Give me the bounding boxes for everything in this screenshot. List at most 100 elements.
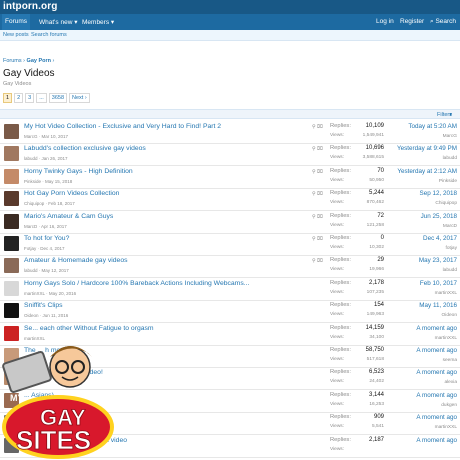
breadcrumb-current[interactable]: Gay Porn xyxy=(27,58,51,64)
thread-avatar[interactable] xyxy=(4,168,19,184)
last-post-user[interactable]: MarcG xyxy=(443,134,457,139)
thread-title[interactable]: Horny Gays Solo / Hardcore 100% Bareback… xyxy=(24,280,249,287)
views-label: Views: xyxy=(330,357,345,362)
thread-row[interactable]: Labudd's collection exclusive gay videos… xyxy=(0,142,460,167)
thread-row[interactable]: To hot for You? Fotjay · Dec 4, 2017 ⚲ ⌧ Re… xyxy=(0,232,460,256)
views-count: 10,302 xyxy=(369,245,384,250)
search-forums-link[interactable]: Search forums xyxy=(31,32,67,38)
views-label: Views: xyxy=(330,245,345,250)
last-post-date[interactable]: Today at 5:20 AM xyxy=(408,123,457,130)
badge-line2: SITES xyxy=(16,425,91,455)
thread-row[interactable]: Horny Twinky Gays - High Definition Pinks… xyxy=(0,165,460,189)
last-post-user[interactable]: dukgen xyxy=(441,403,457,408)
thread-row[interactable]: Sniffit's Clips Oideon · Jun 11, 2016 Repl… xyxy=(0,299,460,324)
replies-label: Replies: xyxy=(330,167,351,174)
last-post-user[interactable]: labudd xyxy=(443,268,457,273)
page-2[interactable]: 2 xyxy=(14,93,24,103)
thread-avatar[interactable] xyxy=(4,280,19,296)
thread-title[interactable]: Sniffit's Clips xyxy=(24,302,63,309)
thread-meta: MarcD · Apr 16, 2017 xyxy=(24,223,67,229)
last-post-user[interactable]: fotjay xyxy=(446,246,457,251)
replies-label: Replies: xyxy=(330,212,351,219)
thread-title[interactable]: Horny Twinky Gays - High Definition xyxy=(24,168,133,175)
thread-title[interactable]: Amateur & Homemade gay videos xyxy=(24,257,128,264)
thread-avatar[interactable] xyxy=(4,124,19,139)
site-logo[interactable]: intporn.org xyxy=(3,1,57,12)
thread-meta: labudd · Jan 26, 2017 xyxy=(24,156,68,162)
last-post-user[interactable]: MarcD xyxy=(443,224,457,229)
last-post-date[interactable]: A moment ago xyxy=(416,414,457,421)
thread-avatar[interactable] xyxy=(4,236,19,251)
tab-members[interactable]: Members ▾ xyxy=(79,17,117,27)
replies-count: 154 xyxy=(373,302,384,309)
replies-label: Replies: xyxy=(330,279,351,286)
register-link[interactable]: Register xyxy=(400,18,424,25)
last-post-user[interactable]: Pinkside xyxy=(439,179,457,184)
last-post-date[interactable]: A moment ago xyxy=(416,347,457,354)
last-post-user[interactable]: martinXXL xyxy=(435,291,457,296)
last-post-date[interactable]: May 11, 2016 xyxy=(419,302,457,309)
replies-count: 72 xyxy=(377,212,384,219)
page-ellipsis[interactable]: ... xyxy=(36,93,47,103)
thread-avatar[interactable] xyxy=(4,213,19,229)
thread-title[interactable]: To hot for You? xyxy=(24,235,69,242)
login-link[interactable]: Log in xyxy=(376,18,394,25)
last-post-date[interactable]: A moment ago xyxy=(416,369,457,376)
views-label: Views: xyxy=(330,446,345,452)
next-page-button[interactable]: Next › xyxy=(69,93,90,103)
last-post-date[interactable]: Yesterday at 9:49 PM xyxy=(397,145,457,152)
page-last[interactable]: 3658 xyxy=(48,93,68,103)
last-post-date[interactable]: Jun 25, 2018 xyxy=(421,213,457,220)
replies-label: Replies: xyxy=(330,414,351,421)
thread-title[interactable]: Hot Gay Porn Videos Collection xyxy=(24,190,119,197)
last-post-user[interactable]: Chiquipop xyxy=(435,201,457,206)
thread-avatar[interactable] xyxy=(4,258,19,274)
last-post-date[interactable]: A moment ago xyxy=(416,325,457,332)
thread-avatar[interactable] xyxy=(4,146,19,162)
thread-row[interactable]: Mario's Amateur & Cam Guys MarcD · Apr 16… xyxy=(0,210,460,234)
chevron-down-icon: ▾ xyxy=(110,19,115,26)
last-post-user[interactable]: seema xyxy=(443,358,457,363)
thread-row[interactable]: My Hot Video Collection - Exclusive and … xyxy=(0,120,460,144)
page-1[interactable]: 1 xyxy=(3,93,13,103)
gay-sites-badge[interactable]: MY GAY SITES xyxy=(0,335,120,460)
last-post-user[interactable]: labudd xyxy=(443,156,457,161)
last-post-date[interactable]: Feb 10, 2017 xyxy=(420,280,457,287)
thread-title[interactable]: Labudd's collection exclusive gay videos xyxy=(24,145,146,152)
thread-title[interactable]: My Hot Video Collection - Exclusive and … xyxy=(24,123,221,130)
last-post-user[interactable]: Oideon xyxy=(442,313,457,318)
last-post-date[interactable]: A moment ago xyxy=(416,392,457,399)
views-count: 19,966 xyxy=(369,267,384,273)
replies-label: Replies: xyxy=(330,123,351,129)
replies-label: Replies: xyxy=(330,235,351,241)
last-post-user[interactable]: alexia xyxy=(444,380,457,385)
replies-label: Replies: xyxy=(330,436,351,443)
last-post-date[interactable]: Sep 12, 2018 xyxy=(420,190,457,197)
thread-row[interactable]: Hot Gay Porn Videos Collection Chiquipop … xyxy=(0,187,460,212)
search-button[interactable]: ⌕ Search xyxy=(430,18,456,26)
new-posts-link[interactable]: New posts xyxy=(3,32,29,38)
thread-avatar[interactable] xyxy=(4,191,19,207)
thread-title[interactable]: Mario's Amateur & Cam Guys xyxy=(24,213,113,220)
thread-avatar[interactable] xyxy=(4,303,19,319)
thread-title[interactable]: Se... each other Without Fatigue to orga… xyxy=(24,325,154,332)
last-post-date[interactable]: A moment ago xyxy=(416,437,457,444)
views-count: 3,588,615 xyxy=(362,155,384,161)
page-3[interactable]: 3 xyxy=(25,93,35,103)
last-post-date[interactable]: Yesterday at 2:12 AM xyxy=(397,168,457,175)
last-post-date[interactable]: Dec 4, 2017 xyxy=(423,235,457,242)
tab-forums[interactable]: Forums xyxy=(2,14,31,30)
thread-row[interactable]: Amateur & Homemade gay videos labudd · Ma… xyxy=(0,254,460,279)
breadcrumb-root[interactable]: Forums xyxy=(3,58,22,64)
last-post-user[interactable]: martinXXL xyxy=(435,336,457,341)
tab-whats-new[interactable]: What's new ▾ xyxy=(36,17,80,27)
thread-meta: MarcG · Mar 10, 2017 xyxy=(24,134,69,139)
views-count: 34,100 xyxy=(369,334,384,340)
thread-row[interactable]: Horny Gays Solo / Hardcore 100% Bareback… xyxy=(0,277,460,301)
last-post-date[interactable]: May 23, 2017 xyxy=(419,257,457,264)
search-icon: ⌕ xyxy=(430,18,434,25)
last-post-user[interactable]: martinXXL xyxy=(435,425,457,430)
views-label: Views: xyxy=(330,222,345,228)
views-label: Views: xyxy=(330,155,345,161)
views-label: Views: xyxy=(330,312,345,318)
